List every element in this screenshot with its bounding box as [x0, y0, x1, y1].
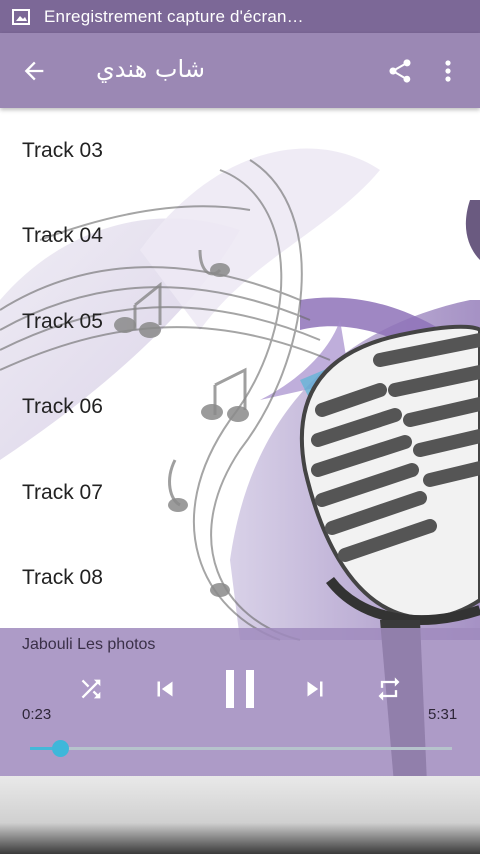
next-button[interactable]: [298, 670, 332, 708]
track-label: Track 04: [22, 224, 103, 248]
track-item[interactable]: Track 04: [0, 194, 480, 280]
status-text: Enregistrement capture d'écran…: [44, 6, 304, 26]
shuffle-button[interactable]: [74, 670, 108, 708]
skip-next-icon: [307, 681, 323, 697]
arrow-left-icon[interactable]: [20, 57, 48, 85]
pause-icon: [226, 670, 254, 708]
track-label: Track 07: [22, 480, 103, 504]
more-vert-icon[interactable]: [438, 57, 458, 85]
elapsed-time: 0:23: [22, 706, 52, 723]
status-bar: Enregistrement capture d'écran…: [0, 0, 480, 33]
page-title: شاب هندي: [96, 55, 205, 83]
shuffle-icon: [81, 679, 101, 699]
previous-button[interactable]: [148, 670, 182, 708]
background-bottom: [0, 776, 480, 854]
total-duration: 5:31: [428, 706, 458, 723]
seek-thumb[interactable]: [51, 740, 69, 757]
player-panel: Jabouli Les photos 0:23 5:31: [0, 628, 480, 776]
track-item[interactable]: Track 08: [0, 536, 480, 622]
screenshot-icon: [12, 8, 30, 25]
track-label: Track 06: [22, 395, 103, 419]
track-item[interactable]: Track 05: [0, 279, 480, 365]
skip-previous-icon: [157, 681, 173, 697]
track-label: Track 05: [22, 309, 103, 333]
seek-bar[interactable]: [30, 747, 452, 750]
pause-button[interactable]: [218, 670, 262, 708]
track-item[interactable]: Track 07: [0, 450, 480, 536]
share-icon[interactable]: [386, 57, 414, 85]
track-item[interactable]: Track 06: [0, 365, 480, 451]
track-label: Track 03: [22, 138, 103, 162]
app-bar: شاب هندي: [0, 33, 480, 108]
repeat-button[interactable]: [372, 670, 406, 708]
now-playing-title: Jabouli Les photos: [22, 636, 156, 653]
track-item[interactable]: Track 03: [0, 108, 480, 194]
track-label: Track 08: [22, 566, 103, 590]
repeat-icon: [378, 677, 400, 701]
track-list: Track 03 Track 04 Track 05 Track 06 Trac…: [0, 108, 480, 621]
